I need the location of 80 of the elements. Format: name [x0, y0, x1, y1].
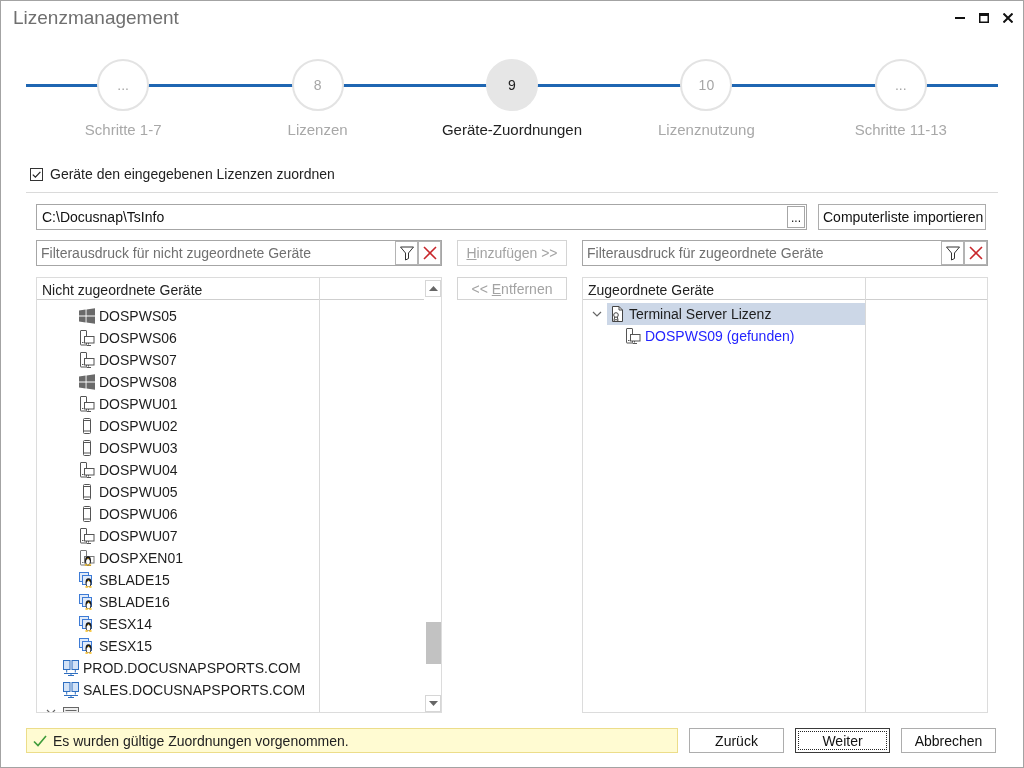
- step-label: Lizenznutzung: [658, 121, 755, 139]
- scroll-down-button[interactable]: [425, 695, 441, 712]
- filter-button[interactable]: [395, 241, 418, 265]
- tree-item[interactable]: SESX14: [77, 613, 319, 635]
- path-field[interactable]: C:\Docusnap\TsInfo ...: [36, 204, 807, 230]
- step-circle: 9: [486, 59, 538, 111]
- tree-item[interactable]: DOSPWU04: [77, 459, 319, 481]
- phone-and-monitor-icon: [79, 330, 95, 346]
- penguin-stack-icon: [79, 616, 95, 632]
- dialog-button[interactable]: Abbrechen: [901, 728, 996, 753]
- tree-item[interactable]: DOSPWU03: [77, 437, 319, 459]
- status-text: Es wurden gültige Zuordnungen vorgenommen.: [53, 732, 349, 749]
- funnel-icon: [398, 245, 415, 261]
- checkbox-label: Geräte den eingegebenen Lizenzen zuordnen: [50, 166, 335, 182]
- path-input[interactable]: C:\Docusnap\TsInfo: [38, 206, 787, 228]
- window-title: Lizenzmanagement: [13, 7, 179, 29]
- tree-item[interactable]: PROD.DOCUSNAPSPORTS.COM: [61, 657, 319, 679]
- step-circle: ...: [874, 59, 927, 111]
- column-header: Zugeordnete Geräte: [583, 278, 865, 300]
- filter-input[interactable]: Filterausdruck für zugeordnete Geräte: [583, 241, 941, 265]
- check-icon: [33, 734, 47, 747]
- triangle-up-icon: [428, 286, 438, 291]
- penguin-stack-icon: [79, 572, 95, 588]
- step-label: Geräte-Zuordnungen: [441, 121, 583, 139]
- step-circle: ...: [97, 59, 150, 111]
- monitors-icon: [63, 660, 79, 676]
- phone-and-monitor-icon: [625, 328, 641, 344]
- clear-filter-button[interactable]: [418, 241, 441, 265]
- close-icon: [421, 245, 438, 261]
- column-header: Nicht zugeordnete Geräte: [37, 278, 319, 300]
- certificate-icon: [609, 306, 625, 322]
- windows-logo-icon: [79, 308, 95, 324]
- close-icon: [967, 245, 984, 261]
- penguin-stack-icon: [79, 594, 95, 610]
- phone-and-monitor-icon: [79, 462, 95, 478]
- close-icon[interactable]: [1003, 13, 1013, 23]
- tree-item[interactable]: DOSPWS09 (gefunden): [623, 325, 865, 347]
- step-label: Schritte 1-7: [84, 121, 162, 139]
- chevron-down-icon[interactable]: [592, 309, 602, 319]
- tree-item[interactable]: DOSPWS08: [77, 371, 319, 393]
- windows-logo-icon: [79, 374, 95, 390]
- tree-item[interactable]: DOSPWU01: [77, 393, 319, 415]
- funnel-icon: [944, 245, 961, 261]
- dialog-button[interactable]: Zurück: [689, 728, 784, 753]
- tree-item[interactable]: DOSPWU07: [77, 525, 319, 547]
- tree-item[interactable]: DOSPWS07: [77, 349, 319, 371]
- phone-and-monitor-icon: [79, 528, 95, 544]
- scroll-thumb[interactable]: [426, 622, 441, 664]
- phone-and-monitor-icon: [79, 352, 95, 368]
- step-label: Lizenzen: [287, 121, 348, 139]
- tree-item[interactable]: SBLADE15: [77, 569, 319, 591]
- filter-input[interactable]: Filterausdruck für nicht zugeordnete Geräte: [37, 241, 395, 265]
- clear-filter-button[interactable]: [964, 241, 987, 265]
- filter-field[interactable]: Filterausdruck für nicht zugeordnete Geräte: [36, 240, 442, 266]
- browse-button[interactable]: ...: [787, 206, 805, 228]
- tree-item[interactable]: DOSPWU02: [77, 415, 319, 437]
- filter-button[interactable]: [941, 241, 964, 265]
- scroll-up-button[interactable]: [425, 280, 441, 297]
- monitors-icon: [63, 682, 79, 698]
- tree-item[interactable]: SESX15: [77, 635, 319, 657]
- phone-and-monitor-icon: [79, 396, 95, 412]
- penguin-device-icon: [79, 550, 95, 566]
- maximize-icon[interactable]: [979, 13, 989, 23]
- tree-item[interactable]: DOSPWS05: [77, 305, 319, 327]
- tree-item[interactable]: DOSPWU06: [77, 503, 319, 525]
- checkbox[interactable]: [30, 167, 43, 181]
- tree-item[interactable]: DOSPWS06: [77, 327, 319, 349]
- tree-item[interactable]: SBLADE16: [77, 591, 319, 613]
- step-circle: 8: [291, 59, 344, 111]
- step-circle: 10: [680, 59, 733, 111]
- triangle-down-icon: [428, 701, 438, 706]
- import-button[interactable]: Computerliste importieren: [818, 204, 986, 230]
- tree-item[interactable]: Terminal Server Lizenz: [607, 303, 865, 325]
- penguin-stack-icon: [79, 638, 95, 654]
- dialog-button[interactable]: Weiter: [795, 728, 890, 753]
- tree-item[interactable]: DOSPWU05: [77, 481, 319, 503]
- step-label: Schritte 11-13: [854, 121, 947, 139]
- filter-field[interactable]: Filterausdruck für zugeordnete Geräte: [582, 240, 988, 266]
- tree-item[interactable]: SALES.DOCUSNAPSPORTS.COM: [61, 679, 319, 701]
- tree-item[interactable]: DOSPXEN01: [77, 547, 319, 569]
